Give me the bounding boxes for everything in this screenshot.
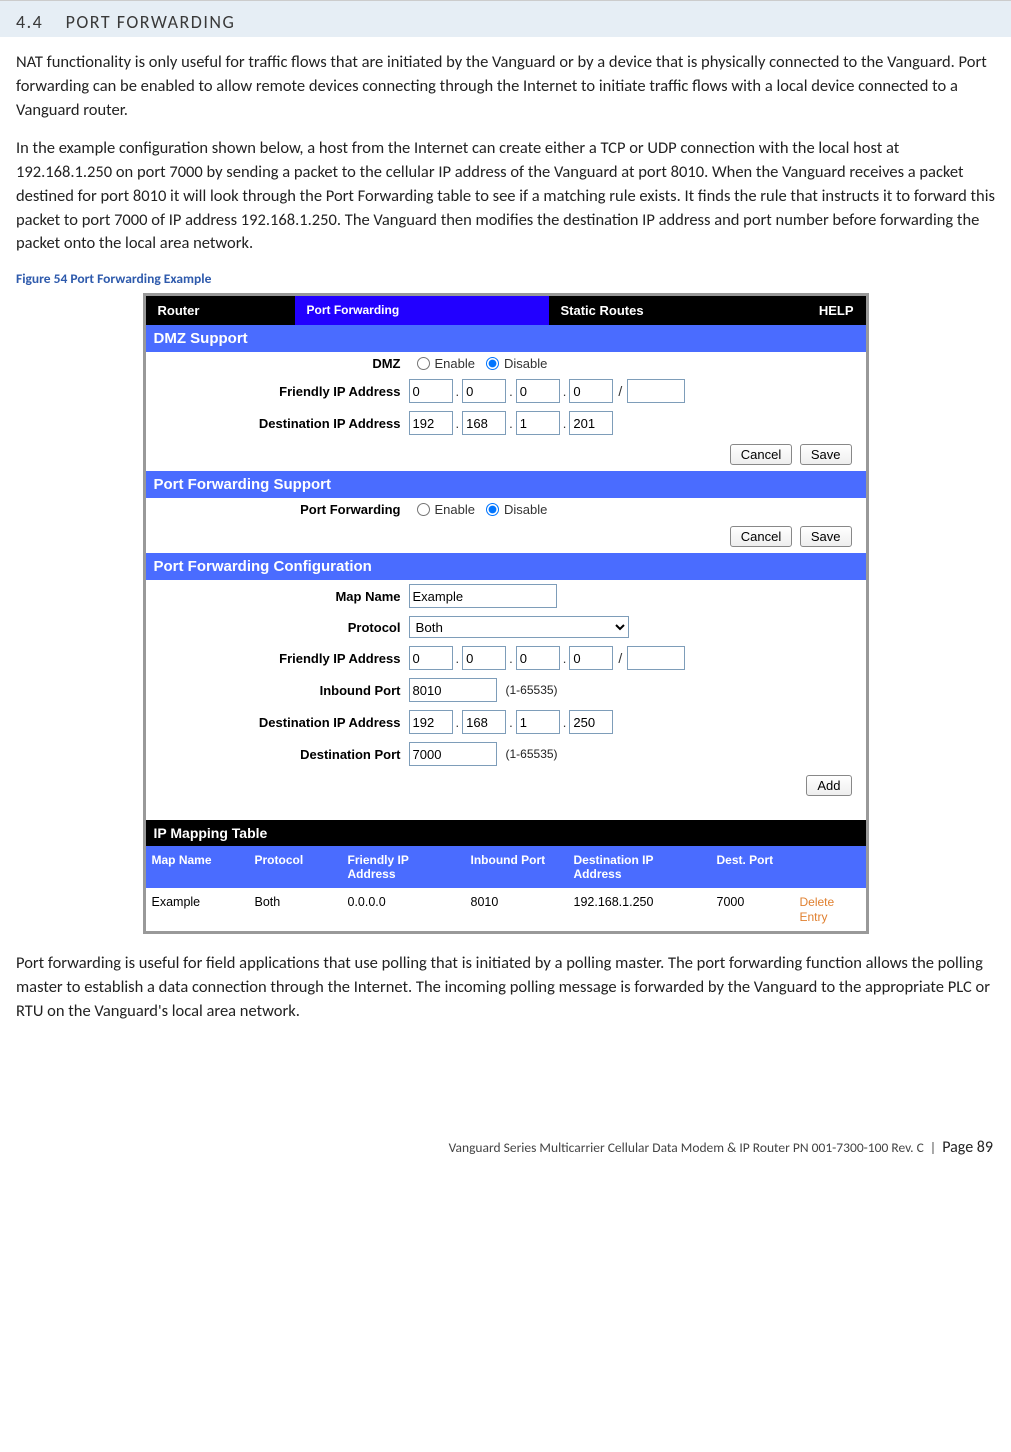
section-heading: 4.4 PORT FORWARDING xyxy=(0,3,1011,33)
label-protocol: Protocol xyxy=(146,620,409,635)
cidr-slash-2: / xyxy=(616,650,624,666)
cell-dip: 192.168.1.250 xyxy=(568,888,711,930)
label-dest-port: Destination Port xyxy=(146,747,409,762)
dmz-cidr[interactable] xyxy=(627,379,685,403)
pfc-cidr[interactable] xyxy=(627,646,685,670)
inbound-port-input[interactable] xyxy=(409,678,497,702)
dmz-dip-3[interactable] xyxy=(516,411,560,435)
tab-port-forwarding[interactable]: Port Forwarding xyxy=(295,296,549,325)
th-friendly-ip: Friendly IP Address xyxy=(342,846,465,888)
cell-fip: 0.0.0.0 xyxy=(342,888,465,930)
paragraph-2: In the example configuration shown below… xyxy=(0,137,1011,257)
tab-help[interactable]: HELP xyxy=(807,296,866,325)
paragraph-3: Port forwarding is useful for field appl… xyxy=(0,952,1011,1024)
label-pfc-dest-ip: Destination IP Address xyxy=(146,715,409,730)
pfc-dip-4[interactable] xyxy=(569,710,613,734)
dest-port-input[interactable] xyxy=(409,742,497,766)
dmz-enable-radio[interactable] xyxy=(417,357,430,370)
cell-map: Example xyxy=(146,888,249,930)
label-enable-2: Enable xyxy=(435,502,475,517)
dmz-dip-2[interactable] xyxy=(462,411,506,435)
section-dmz-support: DMZ Support xyxy=(146,325,866,352)
dmz-fip-2[interactable] xyxy=(462,379,506,403)
label-disable-2: Disable xyxy=(504,502,547,517)
dmz-fip-3[interactable] xyxy=(516,379,560,403)
label-friendly-ip: Friendly IP Address xyxy=(146,384,409,399)
pfc-dip-3[interactable] xyxy=(516,710,560,734)
dmz-cancel-button[interactable]: Cancel xyxy=(730,444,792,465)
add-button[interactable]: Add xyxy=(806,775,851,796)
pfc-fip-3[interactable] xyxy=(516,646,560,670)
footer-text: Vanguard Series Multicarrier Cellular Da… xyxy=(449,1139,924,1156)
figure-caption: Figure 54 Port Forwarding Example xyxy=(0,270,1011,287)
th-protocol: Protocol xyxy=(249,846,342,888)
mapping-table-header: Map Name Protocol Friendly IP Address In… xyxy=(146,846,866,888)
label-pfc-friendly-ip: Friendly IP Address xyxy=(146,651,409,666)
map-name-input[interactable] xyxy=(409,584,557,608)
dmz-save-button[interactable]: Save xyxy=(800,444,852,465)
th-inbound-port: Inbound Port xyxy=(465,846,568,888)
th-action xyxy=(794,846,866,888)
section-title: PORT FORWARDING xyxy=(66,11,236,33)
delete-entry-link[interactable]: Delete Entry xyxy=(800,895,835,923)
dmz-dip-4[interactable] xyxy=(569,411,613,435)
pf-cancel-button[interactable]: Cancel xyxy=(730,526,792,547)
label-dmz: DMZ xyxy=(146,356,409,371)
section-pf-config: Port Forwarding Configuration xyxy=(146,553,866,580)
section-number: 4.4 xyxy=(16,11,43,33)
label-map-name: Map Name xyxy=(146,589,409,604)
pf-save-button[interactable]: Save xyxy=(800,526,852,547)
tab-bar: Router Port Forwarding Static Routes HEL… xyxy=(146,296,866,325)
hint-range-1: (1-65535) xyxy=(506,683,558,697)
th-dest-port: Dest. Port xyxy=(711,846,794,888)
cell-inp: 8010 xyxy=(465,888,568,930)
dmz-disable-radio[interactable] xyxy=(486,357,499,370)
table-row: Example Both 0.0.0.0 8010 192.168.1.250 … xyxy=(146,888,866,930)
label-dest-ip: Destination IP Address xyxy=(146,416,409,431)
pf-disable-radio[interactable] xyxy=(486,503,499,516)
pfc-fip-2[interactable] xyxy=(462,646,506,670)
dmz-fip-4[interactable] xyxy=(569,379,613,403)
label-enable: Enable xyxy=(435,356,475,371)
pf-enable-radio[interactable] xyxy=(417,503,430,516)
router-config-panel: Router Port Forwarding Static Routes HEL… xyxy=(143,293,869,933)
paragraph-1: NAT functionality is only useful for tra… xyxy=(0,51,1011,123)
section-ip-mapping: IP Mapping Table xyxy=(146,820,866,846)
label-inbound-port: Inbound Port xyxy=(146,683,409,698)
pfc-dip-1[interactable] xyxy=(409,710,453,734)
dmz-fip-1[interactable] xyxy=(409,379,453,403)
label-disable: Disable xyxy=(504,356,547,371)
th-dest-ip: Destination IP Address xyxy=(568,846,711,888)
page-number: Page 89 xyxy=(942,1138,993,1157)
pfc-fip-1[interactable] xyxy=(409,646,453,670)
th-map-name: Map Name xyxy=(146,846,249,888)
dmz-dip-1[interactable] xyxy=(409,411,453,435)
tab-spacer xyxy=(773,296,807,325)
pfc-dip-2[interactable] xyxy=(462,710,506,734)
label-port-forwarding: Port Forwarding xyxy=(146,502,409,517)
tab-router[interactable]: Router xyxy=(146,296,295,325)
cell-dp: 7000 xyxy=(711,888,794,930)
hint-range-2: (1-65535) xyxy=(506,747,558,761)
section-pf-support: Port Forwarding Support xyxy=(146,471,866,498)
protocol-select[interactable]: Both xyxy=(409,616,629,638)
page-footer: Vanguard Series Multicarrier Cellular Da… xyxy=(0,1038,1011,1171)
pfc-fip-4[interactable] xyxy=(569,646,613,670)
tab-static-routes[interactable]: Static Routes xyxy=(549,296,773,325)
cell-prot: Both xyxy=(249,888,342,930)
cidr-slash: / xyxy=(616,383,624,399)
